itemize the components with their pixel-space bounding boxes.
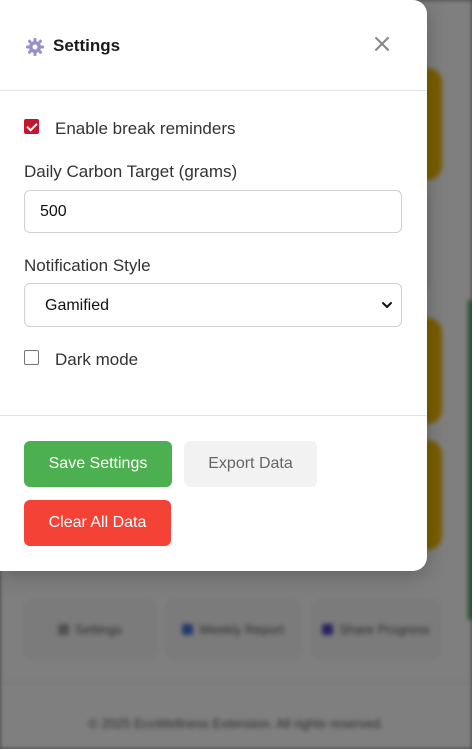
break-reminders-checkbox[interactable]: [24, 119, 39, 134]
export-data-button[interactable]: Export Data: [184, 441, 317, 487]
settings-modal: Settings × Enable break reminders Daily …: [0, 0, 427, 571]
dark-mode-label[interactable]: Dark mode: [55, 350, 138, 370]
notification-style-label: Notification Style: [24, 256, 151, 275]
modal-title: Settings: [53, 36, 121, 55]
close-button[interactable]: ×: [368, 30, 396, 58]
modal-header: Settings ×: [0, 0, 427, 91]
save-settings-button[interactable]: Save Settings: [24, 441, 172, 487]
notification-style-select[interactable]: Gamified: [24, 283, 402, 327]
break-reminders-label[interactable]: Enable break reminders: [55, 119, 235, 139]
notification-style-value: Gamified: [45, 297, 110, 314]
carbon-target-input[interactable]: [24, 190, 402, 233]
dark-mode-checkbox[interactable]: [24, 350, 39, 365]
modal-footer-divider: [0, 415, 427, 416]
close-icon: ×: [371, 29, 393, 59]
gear-icon: [26, 38, 44, 56]
carbon-target-label: Daily Carbon Target (grams): [24, 162, 238, 181]
clear-all-data-button[interactable]: Clear All Data: [24, 500, 171, 546]
chevron-down-icon: [382, 302, 392, 308]
